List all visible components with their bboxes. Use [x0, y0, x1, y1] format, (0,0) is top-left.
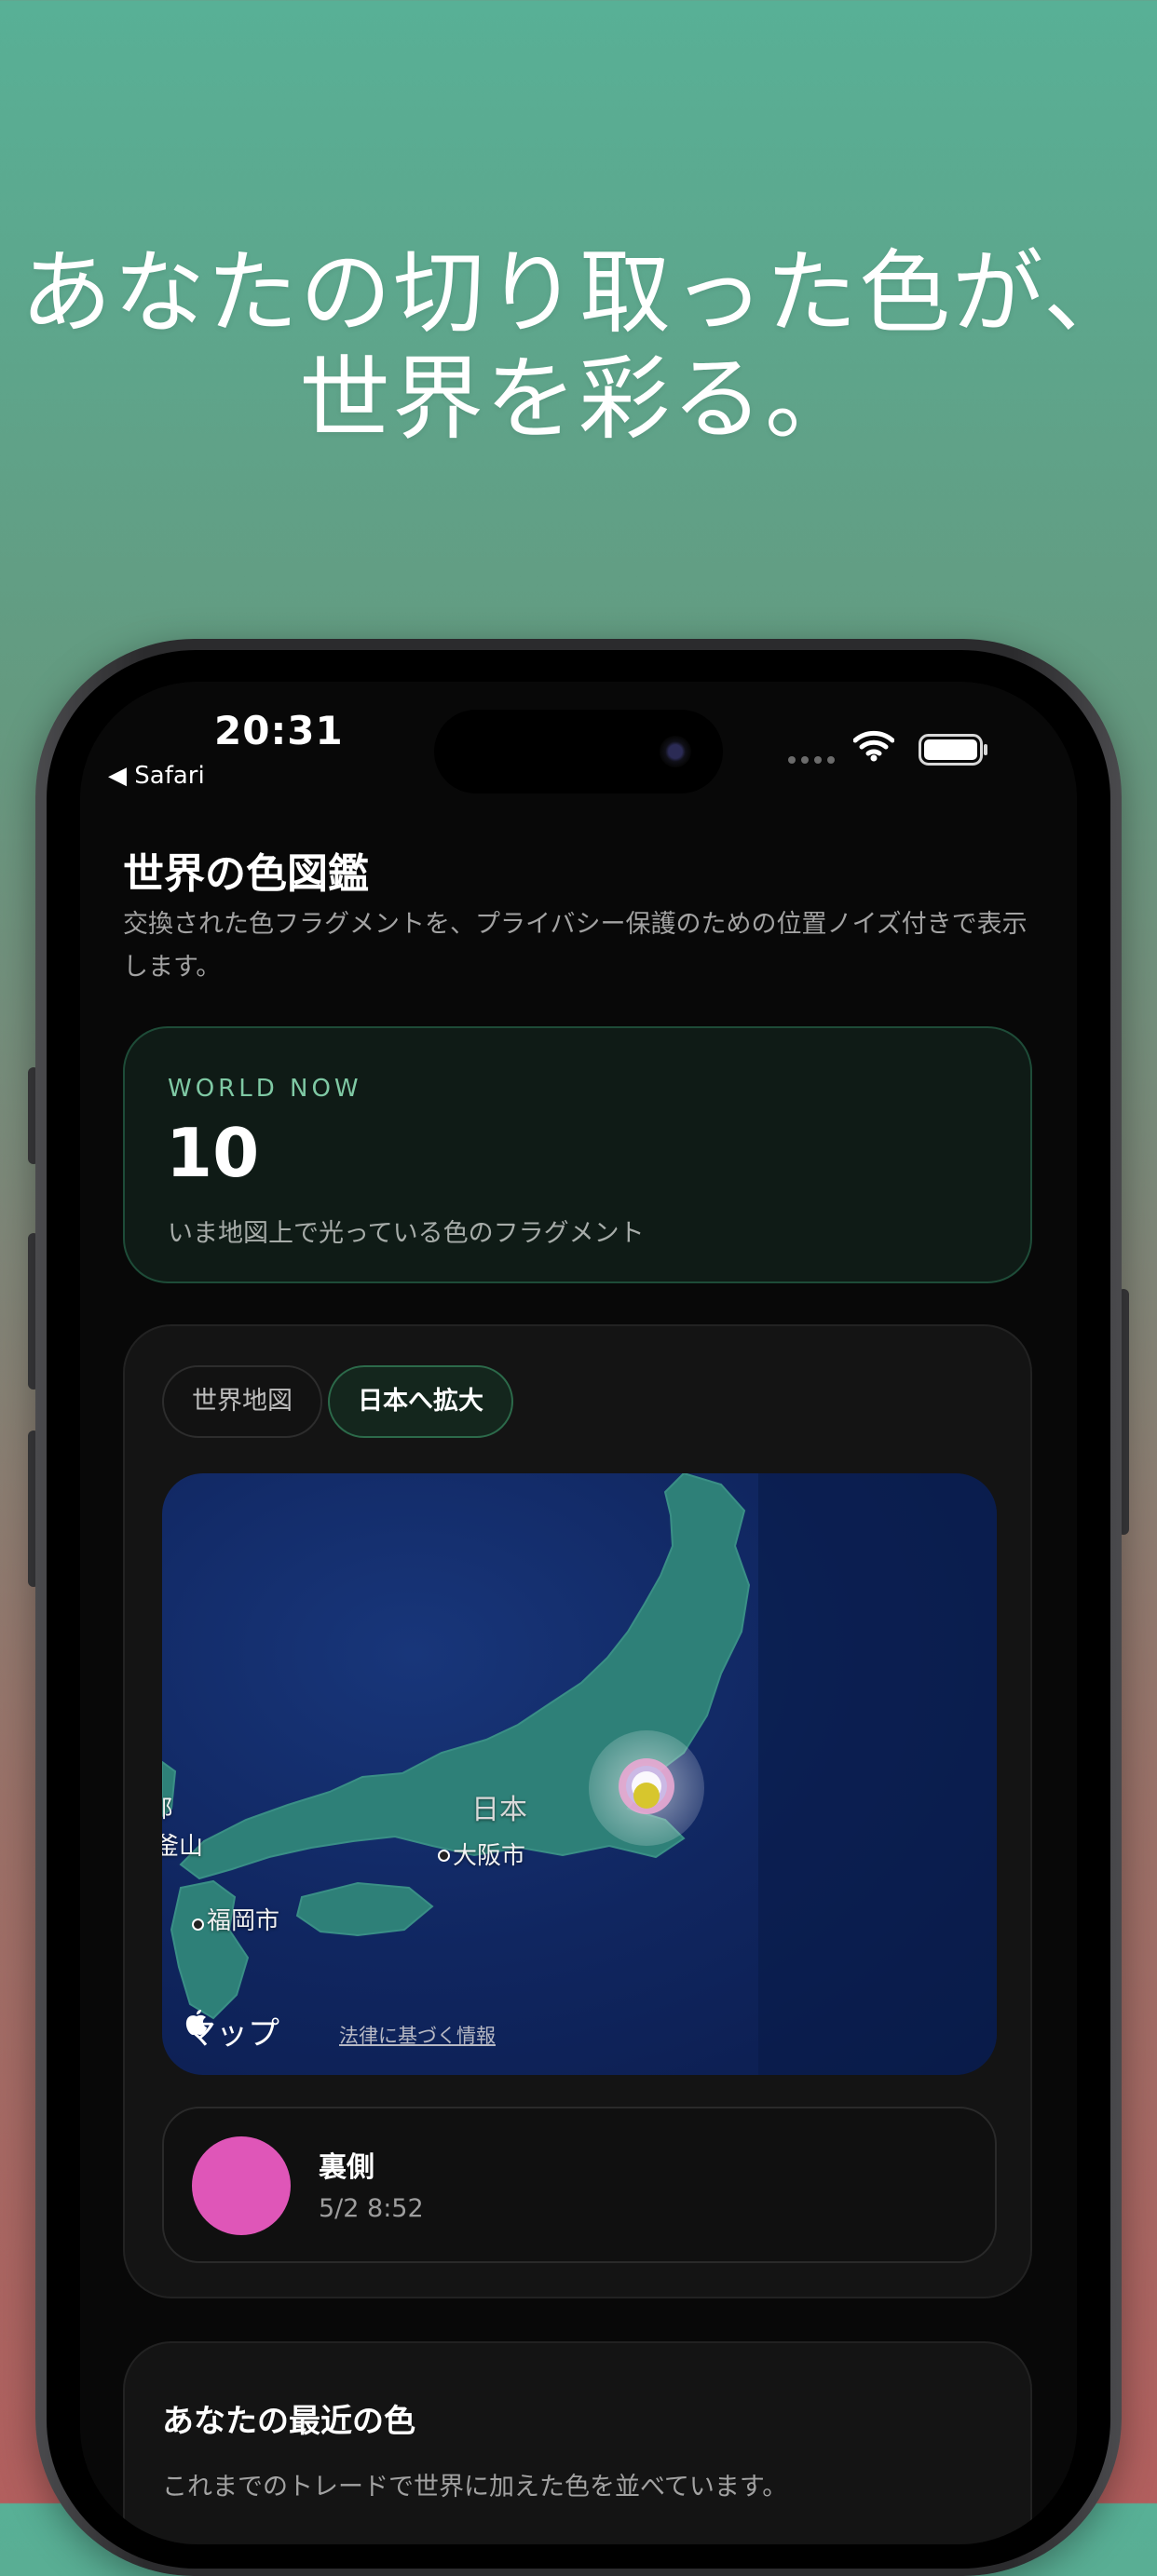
recent-colors-description: これまでのトレードで世界に加えた色を並べています。 [162, 2473, 788, 2501]
deep-ocean-area [758, 1473, 997, 2075]
headline: あなたの切り取った色が、 世界を彩る。 [0, 240, 1157, 453]
tab-world-map[interactable]: 世界地図 [162, 1365, 322, 1438]
tab-zoom-japan[interactable]: 日本へ拡大 [328, 1365, 513, 1438]
map-land-shapes [162, 1473, 997, 2075]
front-camera-icon [660, 736, 691, 767]
recent-colors-card: あなたの最近の色 これまでのトレードで世界に加えた色を並べています。 [123, 2341, 1032, 2544]
apple-logo-icon [185, 2010, 207, 2035]
fragment-yellow [633, 1783, 660, 1809]
map-label-busan: 釜山 [162, 1833, 204, 1861]
map-view[interactable]: 日本 大阪市 福岡市 郎 釜山 マップ 法律に基づく情報 [162, 1473, 997, 2075]
map-card: 世界地図 日本へ拡大 日本 大阪市 福岡市 釜山 マップ 法律に基づく情報 裏側… [123, 1324, 1032, 2298]
recent-colors-title: あなたの最近の色 [162, 2403, 415, 2440]
world-now-card: WORLD NOW 10 いま地図上で光っている色のフラグメント [123, 1026, 1032, 1283]
apple-maps-attribution: マップ [184, 2008, 279, 2054]
headline-line-2: 世界を彩る。 [298, 346, 858, 453]
shikoku-island [295, 1881, 434, 1937]
city-marker-osaka [438, 1850, 450, 1862]
world-now-label: WORLD NOW [168, 1075, 362, 1103]
map-label-edge-1: 郎 [162, 1790, 173, 1824]
headline-line-1: あなたの切り取った色が、 [20, 240, 1137, 346]
map-label-fukuoka: 福岡市 [207, 1907, 280, 1935]
dynamic-island [434, 710, 723, 793]
map-label-osaka: 大阪市 [453, 1842, 526, 1870]
latest-fragment-card[interactable]: 裏側 5/2 8:52 [162, 2107, 997, 2263]
wifi-icon [853, 730, 894, 762]
fragment-color-swatch [192, 2136, 291, 2235]
phone-screen: 20:31 ◀ Safari 世界の色図鑑 交換された色フラグメントを、プライバ… [80, 682, 1077, 2544]
world-now-caption: いま地図上で光っている色のフラグメント [168, 1219, 645, 1248]
status-time: 20:31 [214, 708, 344, 753]
back-to-safari-link[interactable]: ◀ Safari [108, 762, 205, 790]
world-now-count: 10 [166, 1114, 260, 1192]
page-title: 世界の色図鑑 [123, 850, 369, 898]
city-marker-fukuoka [192, 1918, 204, 1931]
fragment-time: 5/2 8:52 [319, 2194, 424, 2223]
page-description: 交換された色フラグメントを、プライバシー保護のための位置ノイズ付きで表示します。 [123, 910, 1028, 982]
fragment-name: 裏側 [319, 2151, 374, 2184]
legal-info-link[interactable]: 法律に基づく情報 [339, 2021, 496, 2049]
cellular-signal-icon [788, 756, 835, 764]
battery-icon [919, 734, 987, 766]
map-label-japan: 日本 [471, 1794, 527, 1826]
